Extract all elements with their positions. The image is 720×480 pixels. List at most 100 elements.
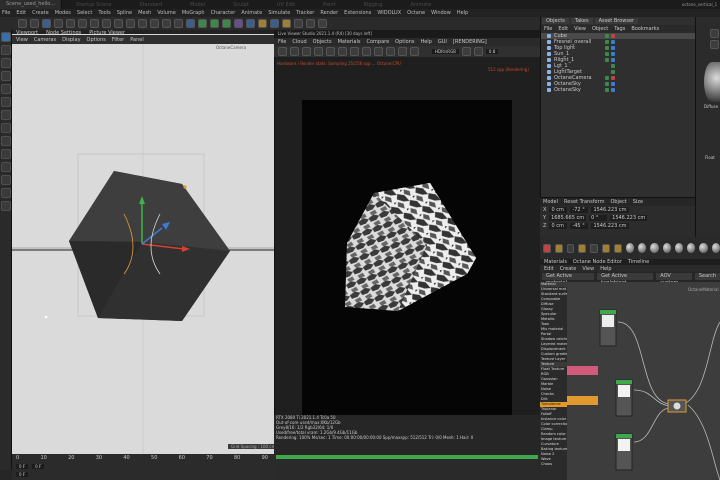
octane-tag-icon[interactable] [611,76,615,80]
layout-tab[interactable]: Animate [397,2,446,8]
size-z-field[interactable]: 1546.223 cm [591,223,629,229]
menu-window[interactable]: Window [431,10,451,16]
visibility-icon[interactable] [611,64,615,68]
search-button[interactable]: Search [694,273,720,280]
redo-icon[interactable] [30,19,39,28]
size-x-field[interactable]: 1546.223 cm [591,207,629,213]
lv-menu-compare[interactable]: Compare [366,39,389,45]
stop-icon[interactable] [326,47,335,56]
node-type-item[interactable]: Chaos [540,462,567,467]
undo-icon[interactable] [18,19,27,28]
octane-tag-icon[interactable] [611,52,615,56]
octane-settings-icon[interactable] [306,19,315,28]
material-swatch[interactable] [650,243,659,253]
menu-edit[interactable]: Edit [16,10,26,16]
menu-mograph[interactable]: MoGraph [182,10,205,16]
pick-white-icon[interactable] [398,47,407,56]
layout-tab[interactable]: Standard [125,2,176,8]
cloner-icon[interactable] [234,19,243,28]
size-y-field[interactable]: 1546.223 cm [610,215,648,221]
octane-live-viewer-icon[interactable] [294,19,303,28]
material-swatch[interactable] [674,243,684,253]
gradient-icon[interactable] [602,243,610,253]
menu-help[interactable]: Help [457,10,468,16]
visibility-icon[interactable] [605,58,609,62]
render-view-icon[interactable] [150,19,159,28]
floor-icon[interactable] [258,19,267,28]
octane-material-icon[interactable] [318,19,327,28]
uv-mode-icon[interactable] [1,110,11,120]
position-y-field[interactable]: 1685.665 cm [549,215,587,221]
octane-tag-icon[interactable] [611,58,615,62]
material-swatch[interactable] [637,243,647,253]
move-icon[interactable] [54,19,63,28]
category-texture-swatch[interactable] [567,396,598,405]
vp-menu-panel[interactable]: Panel [130,37,144,43]
vp-menu-cameras[interactable]: Cameras [34,37,56,43]
octane-tag-icon[interactable] [611,88,615,92]
menu-tools[interactable]: Tools [98,10,110,16]
om-menu-edit[interactable]: Edit [558,26,568,32]
deformer-icon[interactable] [246,19,255,28]
axis-z-icon[interactable] [126,19,135,28]
om-menu-object[interactable]: Object [592,26,608,32]
get-active-tag-button[interactable]: Get Active tag/object [597,273,654,286]
render-settings-icon[interactable] [174,19,183,28]
visibility-icon[interactable] [605,76,609,80]
camera-icon[interactable] [270,19,279,28]
rotation-p-field[interactable]: 0 ° [589,215,608,221]
visibility-icon[interactable] [605,40,609,44]
rotation-h-field[interactable]: -72 ° [570,207,589,213]
rotation-b-field[interactable]: -45 ° [570,223,589,229]
tab-objects[interactable]: Objects [542,18,569,24]
end-frame-field[interactable]: 0 F [16,471,29,477]
tab-asset-browser[interactable]: Asset Browser [594,18,639,24]
visibility-icon[interactable] [611,70,615,74]
coord-size-dropdown[interactable]: Size [633,199,643,205]
menu-volume[interactable]: Volume [157,10,176,16]
layout-tab[interactable]: Startup Scene [62,2,125,8]
current-frame-field[interactable]: 0 F [32,463,45,469]
visibility-icon[interactable] [605,34,609,38]
position-z-field[interactable]: 0 cm [549,223,568,229]
get-active-material-button[interactable]: Get Active material [542,273,595,286]
menu-mesh[interactable]: Mesh [138,10,151,16]
coord-object-dropdown[interactable]: Object [610,199,626,205]
lock-icon[interactable] [710,29,719,38]
mix-icon[interactable] [578,243,587,253]
render-pv-icon[interactable] [162,19,171,28]
rotate-icon[interactable] [78,19,87,28]
layout-tab[interactable]: UV Edit [263,2,309,8]
workplane-icon[interactable] [1,175,11,185]
grid-icon[interactable] [1,188,11,198]
pick-object-icon[interactable] [386,47,395,56]
pin-icon[interactable] [710,40,719,49]
layout-name[interactable]: octane_vertical_1 [682,0,717,9]
tweak-mode-icon[interactable] [1,136,11,146]
lv-menu-gui[interactable]: GUI [438,39,447,45]
vp-menu-view[interactable]: View [16,37,28,43]
ne-menu-view[interactable]: View [582,266,594,272]
solo-icon[interactable] [1,149,11,159]
dots-icon[interactable] [590,243,599,253]
texture-mode-icon[interactable] [1,58,11,68]
extrude-icon[interactable] [222,19,231,28]
object-mode-icon[interactable] [1,45,11,55]
scene-tab[interactable]: Scene_used_hello... [0,0,63,9]
octane-tag-icon[interactable] [611,34,615,38]
material-swatch[interactable] [662,243,671,253]
light-icon[interactable] [282,19,291,28]
node-graph[interactable]: OctaneMaterial [598,282,720,480]
menu-render[interactable]: Render [320,10,338,16]
subdivision-icon[interactable] [210,19,219,28]
material-swatch[interactable] [711,243,720,253]
menu-extensions[interactable]: Extensions [344,10,371,16]
visibility-icon[interactable] [605,82,609,86]
menu-octane[interactable]: Octane [407,10,425,16]
layout-tab[interactable]: Model [176,2,219,8]
model-mode-icon[interactable] [1,32,11,42]
visibility-icon[interactable] [605,52,609,56]
restart-icon[interactable] [302,47,311,56]
image-icon[interactable] [613,243,622,253]
menu-file[interactable]: File [2,10,10,16]
